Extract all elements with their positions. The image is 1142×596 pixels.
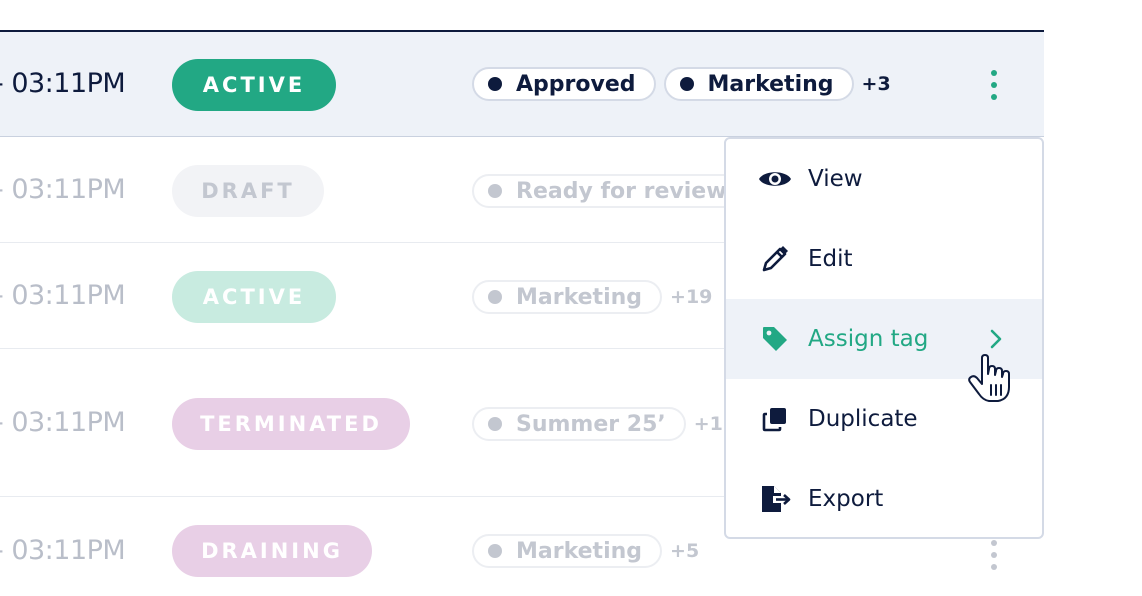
tag-label: Ready for review (516, 178, 727, 204)
row-actions-menu: View Edit Assign tag Duplicate Export (724, 137, 1044, 539)
time-cell: - 03:11PM (0, 535, 126, 566)
more-tags-count[interactable]: +3 (862, 73, 891, 95)
tag-label: Marketing (516, 284, 643, 310)
status-badge: ACTIVE (172, 59, 336, 111)
menu-item-label: View (808, 166, 863, 192)
menu-item-edit[interactable]: Edit (726, 219, 1042, 299)
tag-dot-icon (488, 417, 502, 431)
tag-dot-icon (488, 290, 502, 304)
export-icon (758, 482, 792, 516)
tag-list: Marketing +19 (472, 280, 712, 314)
menu-item-label: Export (808, 486, 884, 512)
menu-item-label: Duplicate (808, 406, 918, 432)
tag-chip[interactable]: Ready for review (472, 174, 747, 208)
tag-chip[interactable]: Marketing (663, 67, 854, 101)
time-cell: - 03:11PM (0, 68, 126, 99)
tag-dot-icon (488, 77, 502, 91)
tag-list: Approved Marketing +3 (472, 67, 891, 101)
time-cell: - 03:11PM (0, 407, 126, 438)
menu-item-label: Edit (808, 246, 853, 272)
tag-chip[interactable]: Marketing (472, 534, 663, 568)
status-badge: ACTIVE (172, 271, 336, 323)
tag-chip[interactable]: Marketing (472, 280, 663, 314)
tag-chip[interactable]: Approved (472, 67, 656, 101)
time-cell: - 03:11PM (0, 174, 126, 205)
pencil-icon (758, 242, 792, 276)
status-badge: DRAINING (172, 525, 372, 577)
more-actions-icon[interactable] (984, 540, 1004, 570)
more-actions-icon[interactable] (984, 70, 1004, 100)
tag-label: Marketing (516, 538, 643, 564)
tag-label: Marketing (707, 71, 834, 97)
tag-label: Summer 25’ (516, 411, 666, 437)
chevron-right-icon (990, 329, 1002, 349)
tag-chip[interactable]: Summer 25’ (472, 407, 686, 441)
time-cell: - 03:11PM (0, 280, 126, 311)
more-tags-count[interactable]: +19 (670, 286, 712, 308)
tag-list: Ready for review (472, 174, 747, 208)
duplicate-icon (758, 402, 792, 436)
menu-item-label: Assign tag (808, 326, 929, 352)
tag-dot-icon (488, 544, 502, 558)
tag-dot-icon (488, 184, 502, 198)
tag-list: Summer 25’ +1 (472, 407, 723, 441)
status-badge: DRAFT (172, 165, 324, 217)
tag-dot-icon (679, 77, 694, 91)
more-tags-count[interactable]: +5 (670, 540, 699, 562)
more-tags-count[interactable]: +1 (694, 413, 723, 435)
menu-item-view[interactable]: View (726, 139, 1042, 219)
tag-list: Marketing +5 (472, 534, 699, 568)
eye-icon (758, 162, 792, 196)
hand-cursor-icon (968, 354, 1010, 402)
tag-label: Approved (516, 71, 636, 97)
status-badge: TERMINATED (172, 398, 410, 450)
tag-icon (758, 322, 792, 356)
table-row[interactable]: - 03:11PM ACTIVE Approved Marketing +3 (0, 32, 1044, 137)
menu-item-export[interactable]: Export (726, 459, 1042, 537)
